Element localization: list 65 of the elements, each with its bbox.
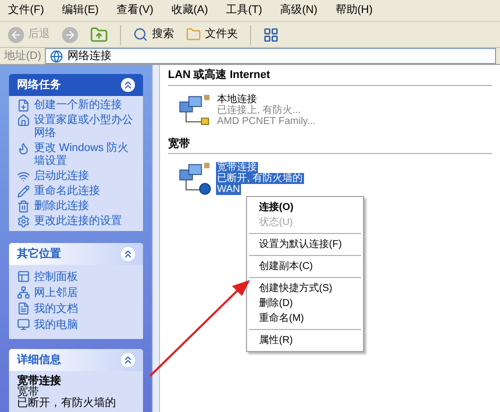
- context-menu-item[interactable]: 创建副本(C): [247, 259, 363, 274]
- search-button[interactable]: 搜索: [133, 26, 174, 43]
- menu-item[interactable]: 编辑(E): [62, 2, 99, 19]
- context-menu-item[interactable]: 属性(R): [247, 333, 363, 348]
- document-icon: [17, 302, 30, 315]
- connection-status: AMD PCNET Family...: [216, 116, 317, 126]
- sidebar-link[interactable]: 启动此连接: [34, 170, 89, 183]
- connection-status: WAN: [216, 184, 241, 195]
- sidebar-link[interactable]: 创建一个新的连接: [34, 99, 122, 112]
- menu-item[interactable]: 查看(V): [116, 2, 154, 19]
- sidebar-link[interactable]: 我的文档: [34, 302, 78, 316]
- collapse-icon[interactable]: [121, 247, 135, 261]
- address-label: 地址(D): [4, 48, 42, 64]
- sidebar-link[interactable]: 重命名此连接: [34, 185, 100, 198]
- context-menu-item[interactable]: 创建快捷方式(S): [247, 281, 363, 296]
- search-icon: [133, 27, 148, 42]
- sidebar-link[interactable]: 网上邻居: [34, 286, 78, 300]
- context-menu-item[interactable]: 设置为默认连接(F): [247, 237, 363, 252]
- menu-item[interactable]: 文件(F): [8, 2, 44, 19]
- collapse-icon[interactable]: [121, 78, 135, 92]
- detail-text: 宽带: [17, 387, 39, 398]
- sidebar-link[interactable]: 更改 Windows 防火墙设置: [34, 142, 135, 168]
- network-icon: [17, 286, 30, 299]
- flame-icon: [17, 142, 30, 155]
- globe-icon: [50, 50, 64, 62]
- panel-header[interactable]: 网络任务: [9, 74, 143, 96]
- group-header: 宽带: [168, 136, 492, 154]
- connection-name[interactable]: 宽带连接: [216, 162, 258, 173]
- sidebar-link[interactable]: 我的电脑: [34, 318, 78, 332]
- sidebar-link[interactable]: 删除此连接: [34, 200, 89, 213]
- sidebar-link[interactable]: 设置家庭或小型办公网络: [34, 114, 135, 140]
- detail-text: 已断开，有防火墙的: [17, 398, 117, 409]
- address-field[interactable]: 网络连接: [45, 48, 496, 64]
- context-menu-item[interactable]: 重命名(M): [247, 311, 363, 326]
- monitor-icon: [17, 318, 30, 331]
- folder-icon: [186, 27, 201, 42]
- sidebar-link[interactable]: 更改此连接的设置: [34, 215, 122, 228]
- house-icon: [17, 114, 30, 127]
- connection-name[interactable]: 本地连接: [216, 94, 258, 104]
- scrollbar[interactable]: [152, 65, 160, 412]
- context-menu-item[interactable]: 连接(O): [247, 200, 363, 215]
- views-icon[interactable]: [263, 26, 279, 42]
- connection-status: 已连接上, 有防火...: [216, 104, 302, 116]
- panel-icon: [17, 270, 30, 283]
- connection-status: 已断开, 有防火墙的: [216, 173, 304, 184]
- detail-name: 宽带连接: [17, 376, 62, 387]
- panel-title: 详细信息: [17, 352, 61, 368]
- panel-title: 其它位置: [17, 246, 61, 262]
- menu-item[interactable]: 帮助(H): [335, 2, 373, 19]
- pencil-icon: [17, 185, 30, 198]
- folder-up-icon[interactable]: [90, 26, 108, 44]
- group-header: LAN 或高速 Internet: [168, 67, 492, 86]
- menu-item[interactable]: 收藏(A): [171, 2, 208, 19]
- menu-item[interactable]: 工具(T): [226, 2, 262, 19]
- panel-header[interactable]: 其它位置: [9, 243, 143, 265]
- menu-item[interactable]: 高级(N): [280, 2, 318, 19]
- panel-title: 网络任务: [17, 78, 61, 93]
- context-menu-item[interactable]: 删除(D): [247, 296, 363, 311]
- trash-icon: [17, 200, 30, 213]
- panel-header[interactable]: 详细信息: [9, 349, 143, 371]
- settings-icon: [17, 215, 30, 228]
- file-plus-icon: [17, 99, 30, 112]
- sidebar-link[interactable]: 控制面板: [34, 270, 78, 284]
- folders-button[interactable]: 文件夹: [186, 26, 238, 43]
- collapse-icon[interactable]: [121, 353, 135, 367]
